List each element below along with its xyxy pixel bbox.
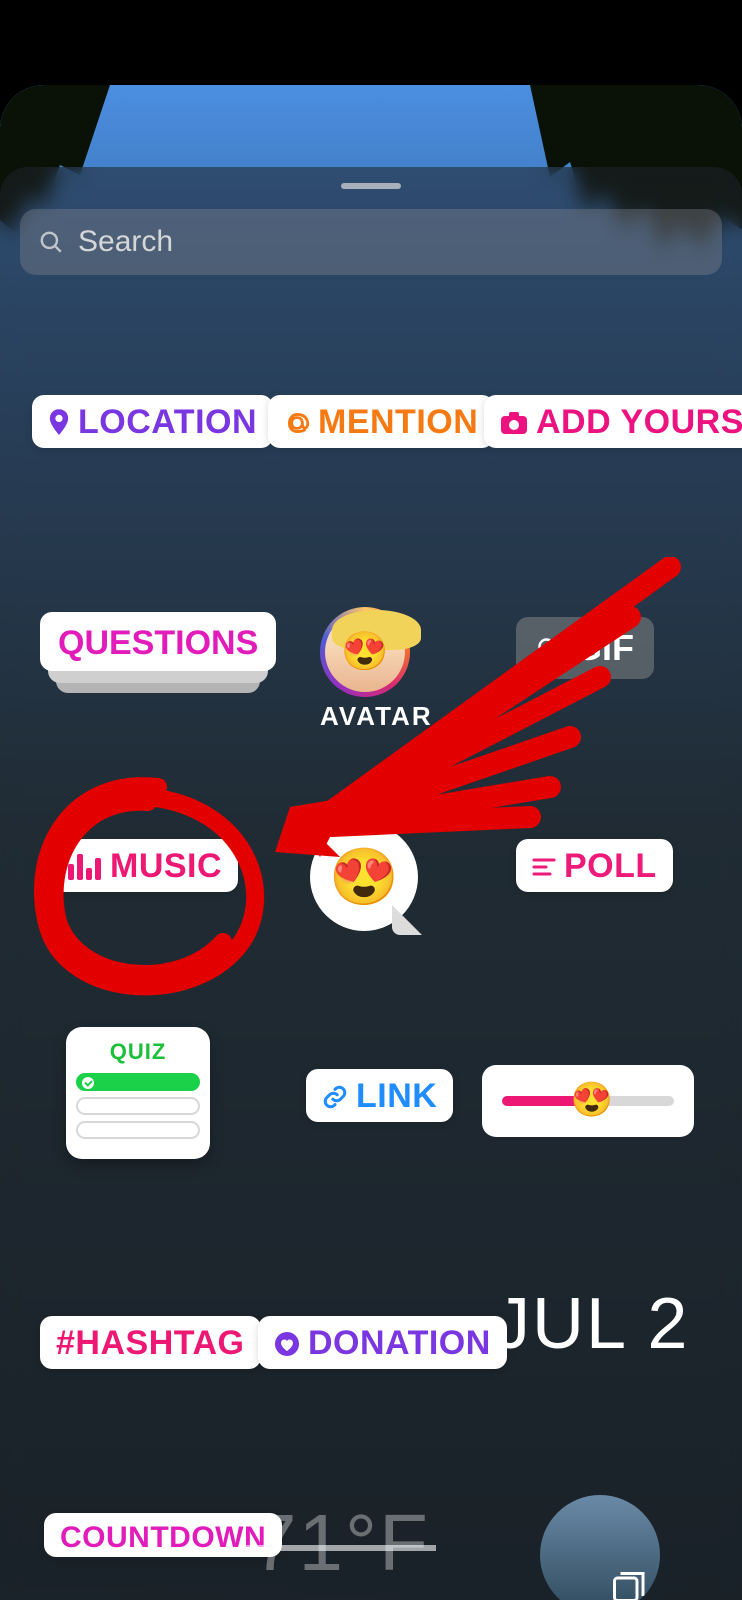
sticker-hashtag[interactable]: #HASHTAG xyxy=(40,1316,261,1369)
sticker-quiz[interactable]: QUIZ xyxy=(66,1027,210,1159)
heart-circle-icon xyxy=(274,1331,300,1357)
sticker-poll[interactable]: POLL xyxy=(516,839,673,892)
sticker-grid: LOCATION MENTION ADD YOURS QUESTIONS xyxy=(0,367,742,1600)
sticker-location[interactable]: LOCATION xyxy=(32,395,273,448)
soundwave-icon xyxy=(66,854,102,880)
sticker-questions[interactable]: QUESTIONS xyxy=(40,612,276,671)
search-icon xyxy=(536,636,560,660)
heart-eyes-emoji-icon: 😍 xyxy=(571,1080,613,1120)
sticker-weather[interactable]: 71°F xyxy=(252,1497,430,1589)
search-placeholder: Search xyxy=(78,225,173,259)
sticker-donation[interactable]: DONATION xyxy=(258,1316,507,1369)
image-stack-icon xyxy=(610,1569,646,1600)
sticker-tray-sheet: Search LOCATION MENTION ADD YOURS xyxy=(0,167,742,1600)
quiz-option xyxy=(76,1097,200,1115)
sticker-link[interactable]: LINK xyxy=(306,1069,453,1122)
sticker-gif[interactable]: GIF xyxy=(516,617,654,679)
sticker-emoji-slider[interactable]: 😍 xyxy=(482,1065,694,1137)
sticker-emoji[interactable]: 😍 xyxy=(310,823,418,931)
sticker-mention[interactable]: MENTION xyxy=(268,395,494,448)
poll-bars-icon xyxy=(532,856,556,878)
avatar-ring-icon: 😍 xyxy=(320,607,410,697)
search-icon xyxy=(38,229,64,255)
sticker-date[interactable]: JUL 2 xyxy=(494,1283,689,1365)
location-pin-icon xyxy=(48,409,70,437)
sticker-music[interactable]: MUSIC xyxy=(50,839,238,892)
quiz-option-correct xyxy=(76,1073,200,1091)
heart-eyes-emoji-icon: 😍 xyxy=(329,844,399,910)
sticker-photo[interactable] xyxy=(540,1495,660,1600)
slider-track: 😍 xyxy=(502,1096,674,1106)
link-icon xyxy=(322,1084,348,1110)
search-input[interactable]: Search xyxy=(20,209,722,275)
sticker-avatar[interactable]: 😍 AVATAR xyxy=(320,607,433,732)
camera-icon xyxy=(500,411,528,435)
threads-at-icon xyxy=(284,408,310,438)
story-editor-background: Search LOCATION MENTION ADD YOURS xyxy=(0,85,742,1600)
sticker-add-yours[interactable]: ADD YOURS xyxy=(484,395,742,448)
quiz-option xyxy=(76,1121,200,1139)
sheet-grabber[interactable] xyxy=(341,183,401,189)
